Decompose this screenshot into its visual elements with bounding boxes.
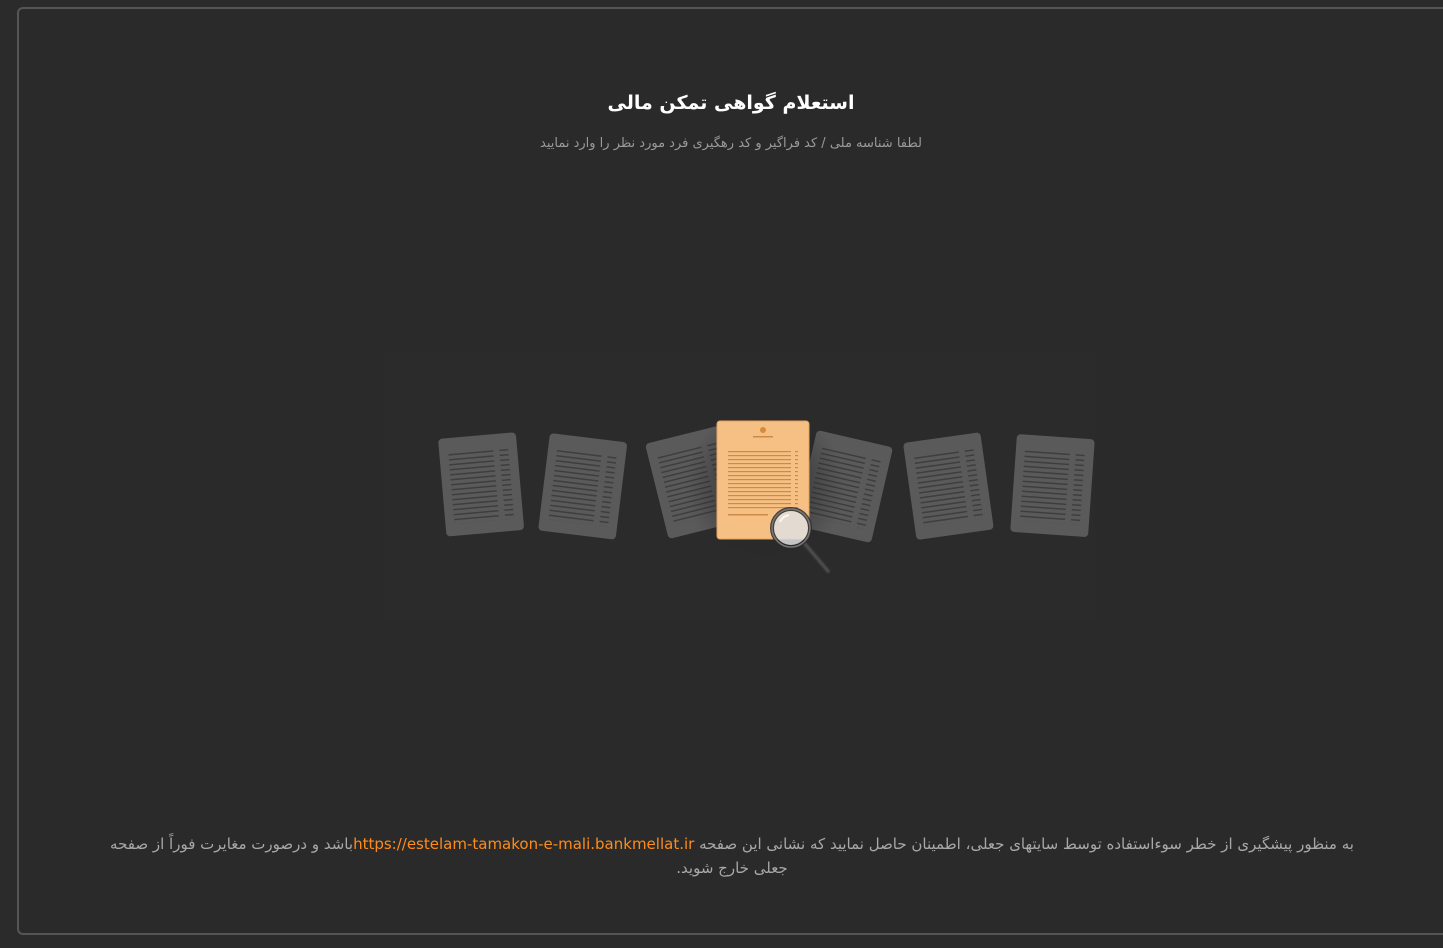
notice-text-before: به منظور پیشگیری از خطر سوءاستفاده توسط …: [694, 835, 1354, 853]
document-icon: [538, 433, 627, 540]
security-notice: به منظور پیشگیری از خطر سوءاستفاده توسط …: [109, 832, 1355, 880]
document-icon: [1010, 434, 1095, 537]
page-subtitle: لطفا شناسه ملی / کد فراگیر و کد رهگیری ف…: [540, 136, 922, 151]
document-icon: [438, 432, 524, 537]
official-url-link[interactable]: https://estelam-tamakon-e-mali.bankmella…: [353, 835, 694, 853]
page-title: استعلام گواهی تمکن مالی: [607, 92, 855, 114]
main-panel: استعلام گواهی تمکن مالی لطفا شناسه ملی /…: [17, 7, 1443, 935]
document-icon: [903, 432, 994, 540]
document-search-illustration: [375, 346, 1105, 626]
